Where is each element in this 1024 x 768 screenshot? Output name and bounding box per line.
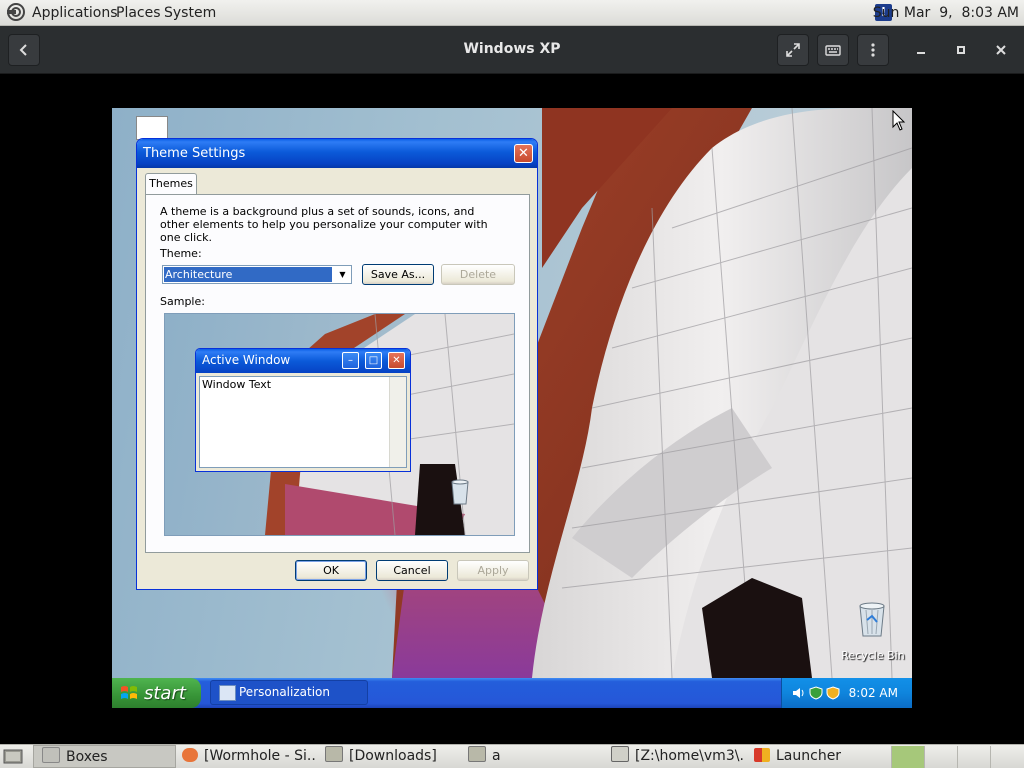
sample-active-window: Active Window – □ ✕ Window Text — [195, 348, 411, 472]
applications-menu[interactable]: Applications — [32, 5, 118, 21]
keyboard-button[interactable] — [817, 34, 849, 66]
task-terminal[interactable]: [Z:\home\vm3\... — [611, 745, 745, 768]
chevron-down-icon[interactable]: ▼ — [334, 266, 351, 283]
close-icon[interactable] — [991, 40, 1011, 60]
sample-window-body: Window Text — [199, 376, 407, 468]
sample-window-title: Active Window — [202, 353, 291, 367]
properties-menu-button[interactable] — [857, 34, 889, 66]
ok-button[interactable]: OK — [295, 560, 367, 581]
security-shield-icon[interactable] — [809, 686, 823, 700]
sample-maximize-icon: □ — [365, 352, 382, 369]
sample-close-icon: ✕ — [388, 352, 405, 369]
boxes-header-bar: Windows XP — [0, 26, 1024, 74]
task-label: Launcher — [776, 748, 842, 764]
apply-button[interactable]: Apply — [457, 560, 529, 581]
taskbar-item-personalization[interactable]: Personalization — [210, 680, 368, 705]
xp-taskbar: start Personalization 8:02 AM — [112, 678, 912, 708]
workspace-3[interactable] — [957, 746, 990, 768]
tab-themes[interactable]: Themes — [145, 173, 197, 195]
vm-display[interactable]: Recycle Bin Theme Settings ✕ Themes A th… — [112, 108, 912, 708]
start-label: start — [144, 683, 186, 704]
keyboard-icon — [825, 45, 841, 56]
task-label: Boxes — [66, 749, 108, 765]
cancel-button[interactable]: Cancel — [376, 560, 448, 581]
delete-button[interactable]: Delete — [441, 264, 515, 285]
security-alert-icon[interactable] — [826, 686, 840, 700]
show-desktop-icon[interactable] — [3, 748, 23, 766]
sample-scrollbar — [389, 377, 406, 467]
task-label: a — [492, 748, 501, 764]
maximize-icon[interactable] — [951, 40, 971, 60]
save-as-button[interactable]: Save As... — [362, 264, 434, 285]
launcher-icon — [754, 748, 770, 762]
system-menu[interactable]: System — [164, 5, 216, 21]
dialog-titlebar[interactable]: Theme Settings ✕ — [137, 139, 537, 168]
windows-flag-icon — [121, 686, 137, 699]
theme-select[interactable]: Architecture ▼ — [162, 265, 352, 284]
folder-icon — [468, 746, 486, 762]
fullscreen-icon — [786, 43, 800, 57]
sample-label: Sample: — [160, 295, 205, 308]
task-label: [Z:\home\vm3\... — [635, 748, 745, 764]
theme-label: Theme: — [160, 247, 202, 260]
volume-icon[interactable] — [792, 686, 806, 700]
folder-icon — [325, 746, 343, 762]
themes-tab-panel: A theme is a background plus a set of so… — [145, 194, 530, 553]
gnome-bottom-panel: Boxes [Wormhole - Si... [Downloads] a [Z… — [0, 744, 1024, 768]
theme-sample-preview: Active Window – □ ✕ Window Text — [164, 313, 515, 536]
desktop-document-icon[interactable] — [136, 116, 168, 140]
task-label: [Downloads] — [349, 748, 437, 764]
gnome-top-panel: Applications Places System ! Sun Mar 9, … — [0, 0, 1024, 26]
more-vertical-icon — [871, 43, 875, 57]
firefox-icon — [182, 748, 198, 762]
taskbar-item-label: Personalization — [239, 685, 330, 699]
dialog-title: Theme Settings — [143, 146, 246, 161]
task-wormhole[interactable]: [Wormhole - Si... — [182, 745, 316, 768]
clock[interactable]: Sun Mar 9, 8:03 AM — [873, 5, 1019, 21]
task-label: [Wormhole - Si... — [204, 748, 316, 764]
workspace-1[interactable] — [891, 746, 924, 768]
recycle-bin-label[interactable]: Recycle Bin — [838, 649, 908, 662]
sample-recycle-bin-icon — [451, 479, 469, 505]
task-boxes[interactable]: Boxes — [33, 745, 176, 768]
personalization-icon — [219, 685, 236, 701]
task-launcher[interactable]: Launcher — [754, 745, 884, 768]
recycle-bin-icon[interactable] — [850, 596, 894, 644]
workspace-4[interactable] — [990, 746, 1023, 768]
task-a[interactable]: a — [468, 745, 598, 768]
xp-clock[interactable]: 8:02 AM — [849, 686, 898, 700]
terminal-icon — [611, 746, 629, 762]
mouse-cursor-icon — [892, 110, 906, 131]
boxes-icon — [42, 747, 60, 763]
start-button[interactable]: start — [112, 678, 201, 708]
task-downloads[interactable]: [Downloads] — [325, 745, 455, 768]
fullscreen-button[interactable] — [777, 34, 809, 66]
sample-window-text: Window Text — [202, 378, 272, 391]
theme-select-value: Architecture — [164, 267, 332, 282]
theme-settings-dialog: Theme Settings ✕ Themes A theme is a bac… — [136, 138, 538, 590]
sample-minimize-icon: – — [342, 352, 359, 369]
workspace-2[interactable] — [924, 746, 957, 768]
theme-description: A theme is a background plus a set of so… — [160, 205, 488, 244]
gnome-foot-icon[interactable] — [7, 3, 25, 21]
dialog-close-button[interactable]: ✕ — [514, 144, 533, 163]
trash-icon — [859, 602, 885, 637]
places-menu[interactable]: Places — [116, 5, 161, 21]
system-tray: 8:02 AM — [781, 678, 912, 708]
minimize-icon[interactable] — [911, 40, 931, 60]
sample-titlebar: Active Window – □ ✕ — [196, 349, 410, 373]
